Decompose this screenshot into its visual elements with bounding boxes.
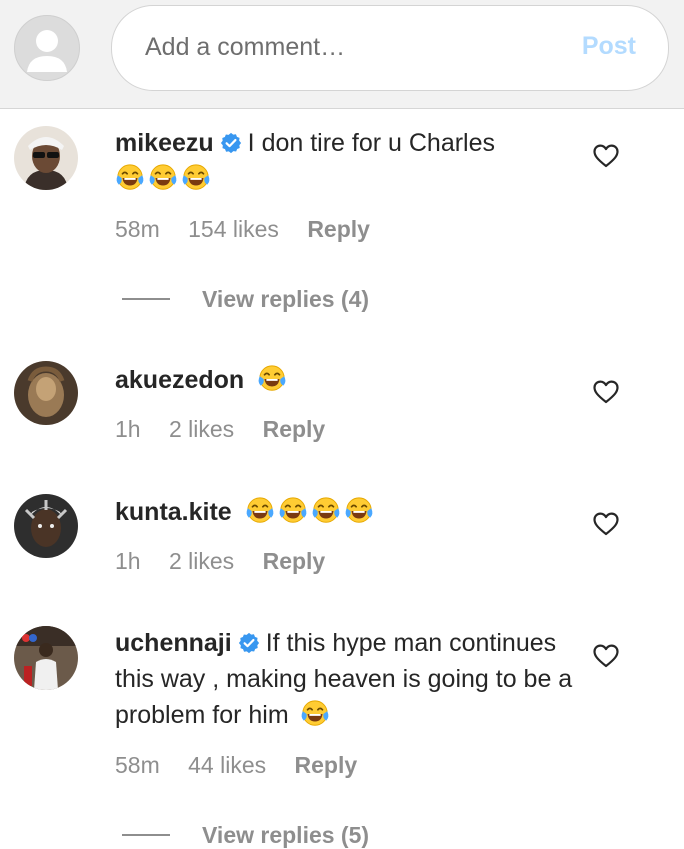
comment-input-bar: Add a comment… Post [0, 0, 684, 109]
laughing-tears-emoji-icon [278, 496, 308, 526]
divider [122, 298, 170, 300]
laughing-tears-emoji-icon [257, 364, 287, 394]
laughing-tears-emoji-icon [311, 496, 341, 526]
divider [122, 834, 170, 836]
view-replies-label[interactable]: View replies (4) [202, 286, 369, 312]
reply-button[interactable]: Reply [295, 752, 358, 778]
laughing-tears-emoji-icon [344, 496, 374, 526]
laughing-tears-emoji-icon [181, 163, 211, 193]
username[interactable]: kunta.kite [115, 498, 232, 526]
timestamp: 1h [115, 548, 141, 574]
timestamp: 58m [115, 752, 160, 778]
heart-icon[interactable] [593, 380, 619, 404]
avatar[interactable] [14, 626, 78, 690]
verified-badge-icon [238, 632, 260, 654]
reply-button[interactable]: Reply [263, 416, 326, 442]
default-avatar-icon [27, 30, 67, 72]
view-replies-button[interactable]: View replies (4) [122, 286, 369, 313]
laughing-tears-emoji-icon [115, 163, 145, 193]
timestamp: 1h [115, 416, 141, 442]
avatar[interactable] [14, 494, 78, 558]
post-button[interactable]: Post [582, 32, 636, 61]
avatar[interactable] [14, 126, 78, 190]
view-replies-label[interactable]: View replies (5) [202, 822, 369, 848]
laughing-tears-emoji-icon [148, 163, 178, 193]
avatar[interactable] [14, 361, 78, 425]
comment-meta: 1h 2 likes Reply [115, 548, 347, 575]
heart-icon[interactable] [593, 512, 619, 536]
username[interactable]: akuezedon [115, 366, 244, 394]
username[interactable]: uchennaji [115, 629, 232, 657]
username[interactable]: mikeezu [115, 129, 214, 157]
timestamp: 58m [115, 216, 160, 242]
likes-count[interactable]: 2 likes [169, 548, 234, 574]
laughing-tears-emoji-icon [300, 699, 330, 729]
view-replies-button[interactable]: View replies (5) [122, 822, 369, 849]
comment-input[interactable]: Add a comment… Post [111, 5, 669, 91]
current-user-avatar [14, 15, 80, 81]
comment-meta: 58m 154 likes Reply [115, 216, 392, 243]
heart-icon[interactable] [593, 644, 619, 668]
comment-message: I don tire for u Charles [247, 129, 496, 157]
comment-meta: 58m 44 likes Reply [115, 752, 379, 779]
comment-text: akuezedon [115, 362, 585, 398]
likes-count[interactable]: 2 likes [169, 416, 234, 442]
likes-count[interactable]: 44 likes [188, 752, 266, 778]
laughing-tears-emoji-icon [245, 496, 275, 526]
heart-icon[interactable] [593, 144, 619, 168]
reply-button[interactable]: Reply [263, 548, 326, 574]
likes-count[interactable]: 154 likes [188, 216, 279, 242]
comment-meta: 1h 2 likes Reply [115, 416, 347, 443]
comment-text: kunta.kite [115, 494, 585, 530]
comment-input-placeholder[interactable]: Add a comment… [145, 33, 345, 62]
comment-text: uchennaji If this hype man continues this… [115, 625, 585, 733]
reply-button[interactable]: Reply [307, 216, 370, 242]
verified-badge-icon [220, 132, 242, 154]
comment-text: mikeezu I don tire for u Charles [115, 125, 585, 197]
